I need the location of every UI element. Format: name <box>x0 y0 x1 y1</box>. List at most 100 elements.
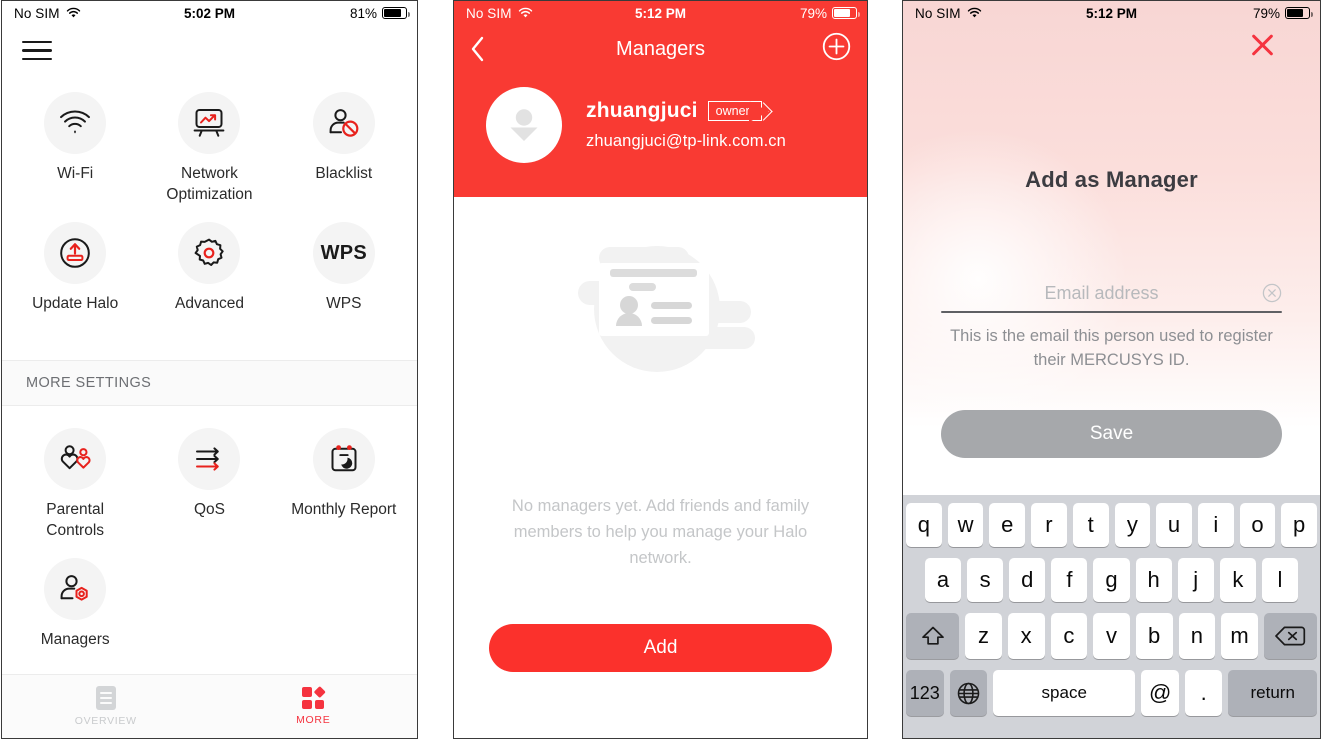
qos-icon <box>178 428 241 491</box>
tile-blacklist[interactable]: Blacklist <box>277 86 411 212</box>
key-u[interactable]: u <box>1156 503 1192 547</box>
key-period[interactable]: . <box>1184 670 1223 716</box>
person-avatar-icon <box>510 109 538 141</box>
key-m[interactable]: m <box>1221 613 1258 659</box>
key-p[interactable]: p <box>1281 503 1318 547</box>
tab-label: MORE <box>296 714 331 726</box>
hamburger-menu-icon[interactable] <box>22 41 52 61</box>
bottom-tab-bar: OVERVIEW MORE <box>2 674 417 738</box>
key-s[interactable]: s <box>967 558 1004 602</box>
key-b[interactable]: b <box>1135 613 1173 659</box>
key-x[interactable]: x <box>1007 613 1045 659</box>
carrier-label: No SIM <box>915 5 961 21</box>
close-x-icon[interactable] <box>1248 31 1276 59</box>
email-field-group: This is the email this person used to re… <box>941 278 1282 372</box>
battery-icon <box>1285 7 1313 19</box>
tile-label: Parental Controls <box>46 501 105 540</box>
keyboard-row-3: z x c v b n m <box>905 613 1318 659</box>
phone-screen-add-manager: No SIM 5:12 PM 79% Add as Manager Email … <box>902 0 1321 739</box>
tile-qos[interactable]: QoS <box>142 422 276 548</box>
tile-parental-controls[interactable]: Parental Controls <box>8 422 142 548</box>
tile-advanced[interactable]: Advanced <box>142 216 276 342</box>
status-bar: No SIM 5:02 PM 81% <box>2 1 417 25</box>
update-halo-icon <box>44 222 107 285</box>
key-space[interactable]: space <box>993 670 1136 716</box>
key-r[interactable]: r <box>1031 503 1067 547</box>
settings-grid-more: Parental Controls QoS Monthly Report Man… <box>2 406 417 682</box>
battery-percent-label: 81% <box>349 5 377 21</box>
owner-name: zhuangjuci <box>586 99 698 122</box>
nav-bar: Managers <box>454 25 867 73</box>
key-numeric-switch[interactable]: 123 <box>906 670 944 716</box>
network-optimization-icon <box>178 92 241 155</box>
key-a[interactable]: a <box>925 558 962 602</box>
battery-icon <box>832 7 860 19</box>
email-field[interactable] <box>941 282 1262 304</box>
email-field-underline <box>941 311 1282 314</box>
tile-managers[interactable]: Managers <box>8 552 142 678</box>
empty-state-text: No managers yet. Add friends and family … <box>511 497 810 567</box>
key-w[interactable]: w <box>947 503 984 547</box>
clear-circle-icon[interactable] <box>1262 283 1282 303</box>
more-grid-icon <box>302 685 326 709</box>
key-i[interactable]: i <box>1197 503 1234 547</box>
tile-wps[interactable]: WPS WPS <box>277 216 411 342</box>
key-q[interactable]: q <box>905 503 942 547</box>
wps-icon: WPS <box>312 222 375 285</box>
chevron-left-icon[interactable] <box>470 36 485 62</box>
key-y[interactable]: y <box>1114 503 1151 547</box>
wifi-icon <box>518 7 532 18</box>
email-field-hint: This is the email this person used to re… <box>950 327 1273 370</box>
key-d[interactable]: d <box>1009 558 1046 602</box>
add-button[interactable]: Add <box>489 624 832 672</box>
carrier-label: No SIM <box>466 5 512 21</box>
owner-info: zhuangjuci owner zhuangjuci@tp-link.com.… <box>586 99 786 151</box>
status-bar-right: 79% <box>1253 6 1313 21</box>
key-j[interactable]: j <box>1177 558 1214 602</box>
tile-label: Update Halo <box>32 295 119 313</box>
owner-email: zhuangjuci@tp-link.com.cn <box>586 132 786 150</box>
tile-update-halo[interactable]: Update Halo <box>8 216 142 342</box>
tile-label: Managers <box>40 631 110 649</box>
key-g[interactable]: g <box>1093 558 1130 602</box>
email-field-row <box>941 278 1282 308</box>
status-bar-right: 79% <box>800 6 860 21</box>
key-z[interactable]: z <box>965 613 1002 659</box>
key-at[interactable]: @ <box>1141 670 1179 716</box>
battery-icon <box>382 7 410 19</box>
owner-row[interactable]: zhuangjuci owner zhuangjuci@tp-link.com.… <box>454 73 867 197</box>
status-bar-left: No SIM <box>466 6 533 21</box>
globe-icon[interactable] <box>949 670 988 716</box>
shift-arrow-icon[interactable] <box>905 613 960 659</box>
settings-grid-primary: Wi-Fi Network Optimization Blacklist Upd… <box>2 66 417 346</box>
managers-icon <box>44 558 107 621</box>
key-c[interactable]: c <box>1050 613 1088 659</box>
tile-monthly-report[interactable]: Monthly Report <box>277 422 411 548</box>
id-card-illustration <box>577 246 755 372</box>
tile-label: Network Optimization <box>166 165 253 204</box>
owner-badge-label: owner <box>715 104 750 118</box>
key-t[interactable]: t <box>1072 503 1109 547</box>
key-k[interactable]: k <box>1219 558 1256 602</box>
key-e[interactable]: e <box>989 503 1026 547</box>
tab-more[interactable]: MORE <box>210 675 418 738</box>
status-badge[interactable]: owner <box>707 101 773 121</box>
status-bar-left: No SIM <box>915 6 982 21</box>
wifi-icon <box>66 7 80 18</box>
plus-circle-icon[interactable] <box>822 32 851 66</box>
key-v[interactable]: v <box>1093 613 1130 659</box>
gear-icon <box>178 222 241 285</box>
key-n[interactable]: n <box>1178 613 1216 659</box>
key-o[interactable]: o <box>1239 503 1276 547</box>
wifi-icon <box>967 7 981 18</box>
tile-wifi[interactable]: Wi-Fi <box>8 86 142 212</box>
key-return[interactable]: return <box>1228 670 1318 716</box>
tab-overview[interactable]: OVERVIEW <box>2 675 210 738</box>
wps-icon-text: WPS <box>320 241 368 264</box>
tile-network-optimization[interactable]: Network Optimization <box>142 86 276 212</box>
save-button[interactable]: Save <box>941 410 1282 458</box>
key-h[interactable]: h <box>1135 558 1172 602</box>
backspace-icon[interactable] <box>1263 613 1318 659</box>
key-f[interactable]: f <box>1051 558 1088 602</box>
key-l[interactable]: l <box>1261 558 1298 602</box>
